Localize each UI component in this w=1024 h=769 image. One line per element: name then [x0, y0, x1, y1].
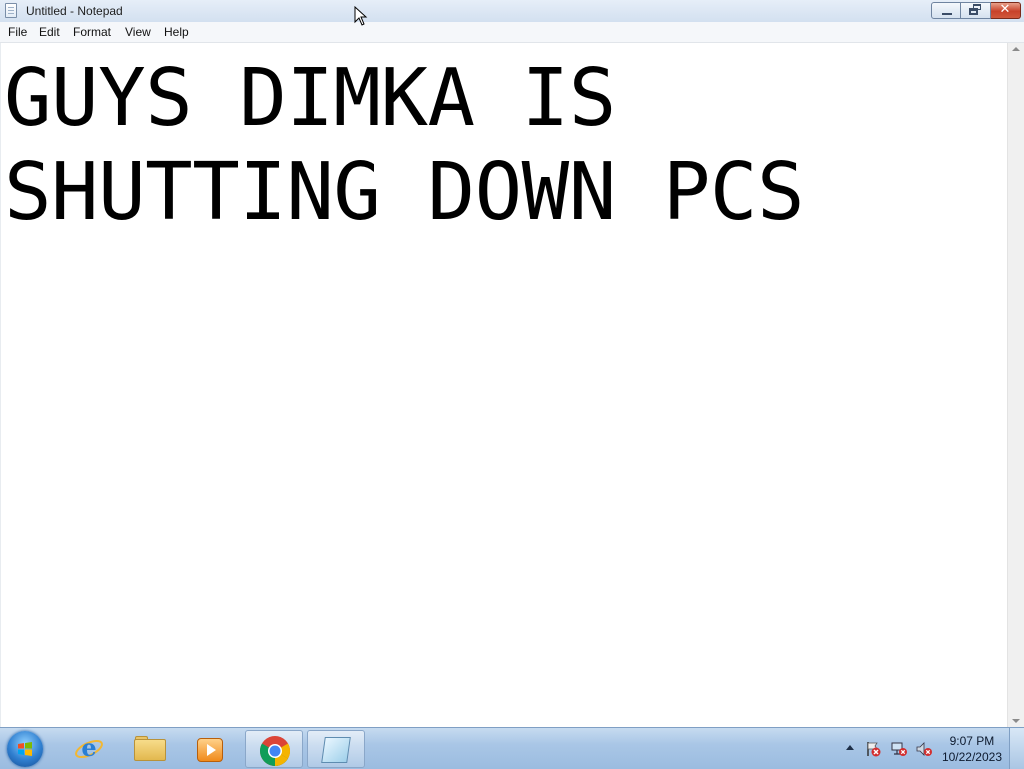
- taskbar-windows-explorer[interactable]: [121, 730, 179, 768]
- minimize-button[interactable]: [931, 2, 961, 19]
- start-button[interactable]: [7, 731, 43, 767]
- taskbar-clock[interactable]: 9:07 PM 10/22/2023: [942, 733, 1002, 765]
- internet-explorer-icon: e: [75, 734, 103, 762]
- scroll-down-icon[interactable]: [1012, 719, 1020, 723]
- action-center-error-icon[interactable]: [865, 741, 881, 757]
- restore-icon: [969, 8, 978, 15]
- chrome-icon: [260, 736, 290, 767]
- play-icon: [207, 744, 216, 756]
- show-desktop-button[interactable]: [1009, 728, 1024, 769]
- notepad-icon: [321, 737, 351, 763]
- close-icon: ✕: [999, 2, 1011, 17]
- menu-view[interactable]: View: [124, 25, 152, 39]
- editor-content[interactable]: GUYS DIMKA IS SHUTTING DOWN PCS: [4, 51, 1004, 239]
- mouse-cursor-icon: [354, 6, 368, 26]
- window-title: Untitled - Notepad: [26, 4, 123, 18]
- network-error-icon[interactable]: [891, 741, 907, 757]
- show-hidden-icons-arrow[interactable]: [846, 745, 854, 750]
- svg-text:e: e: [81, 734, 96, 762]
- windows-logo-icon: [18, 742, 32, 756]
- window-controls: ✕: [931, 2, 1021, 19]
- vertical-scrollbar[interactable]: [1007, 43, 1024, 727]
- menu-bar: File Edit Format View Help: [0, 22, 1024, 43]
- taskbar: e 9:07 PM 10/22/2023: [0, 727, 1024, 769]
- text-editor-area[interactable]: GUYS DIMKA IS SHUTTING DOWN PCS: [0, 43, 1008, 727]
- minimize-icon: [942, 13, 952, 15]
- volume-muted-icon[interactable]: [916, 741, 932, 757]
- scroll-up-icon[interactable]: [1012, 47, 1020, 51]
- clock-date: 10/22/2023: [941, 750, 1002, 764]
- title-bar[interactable]: Untitled - Notepad ✕: [0, 0, 1024, 23]
- menu-format[interactable]: Format: [72, 25, 112, 39]
- menu-file[interactable]: File: [7, 25, 28, 39]
- taskbar-chrome[interactable]: [245, 730, 303, 768]
- taskbar-notepad[interactable]: [307, 730, 365, 768]
- clock-time: 9:07 PM: [949, 734, 995, 748]
- menu-edit[interactable]: Edit: [38, 25, 61, 39]
- close-button[interactable]: ✕: [991, 2, 1021, 19]
- windows-explorer-icon: [134, 739, 166, 761]
- menu-help[interactable]: Help: [163, 25, 190, 39]
- notepad-app-icon[interactable]: [5, 3, 17, 18]
- taskbar-media-player[interactable]: [182, 730, 240, 768]
- restore-button[interactable]: [961, 2, 991, 19]
- taskbar-internet-explorer[interactable]: e: [60, 730, 118, 768]
- media-player-icon: [197, 738, 223, 762]
